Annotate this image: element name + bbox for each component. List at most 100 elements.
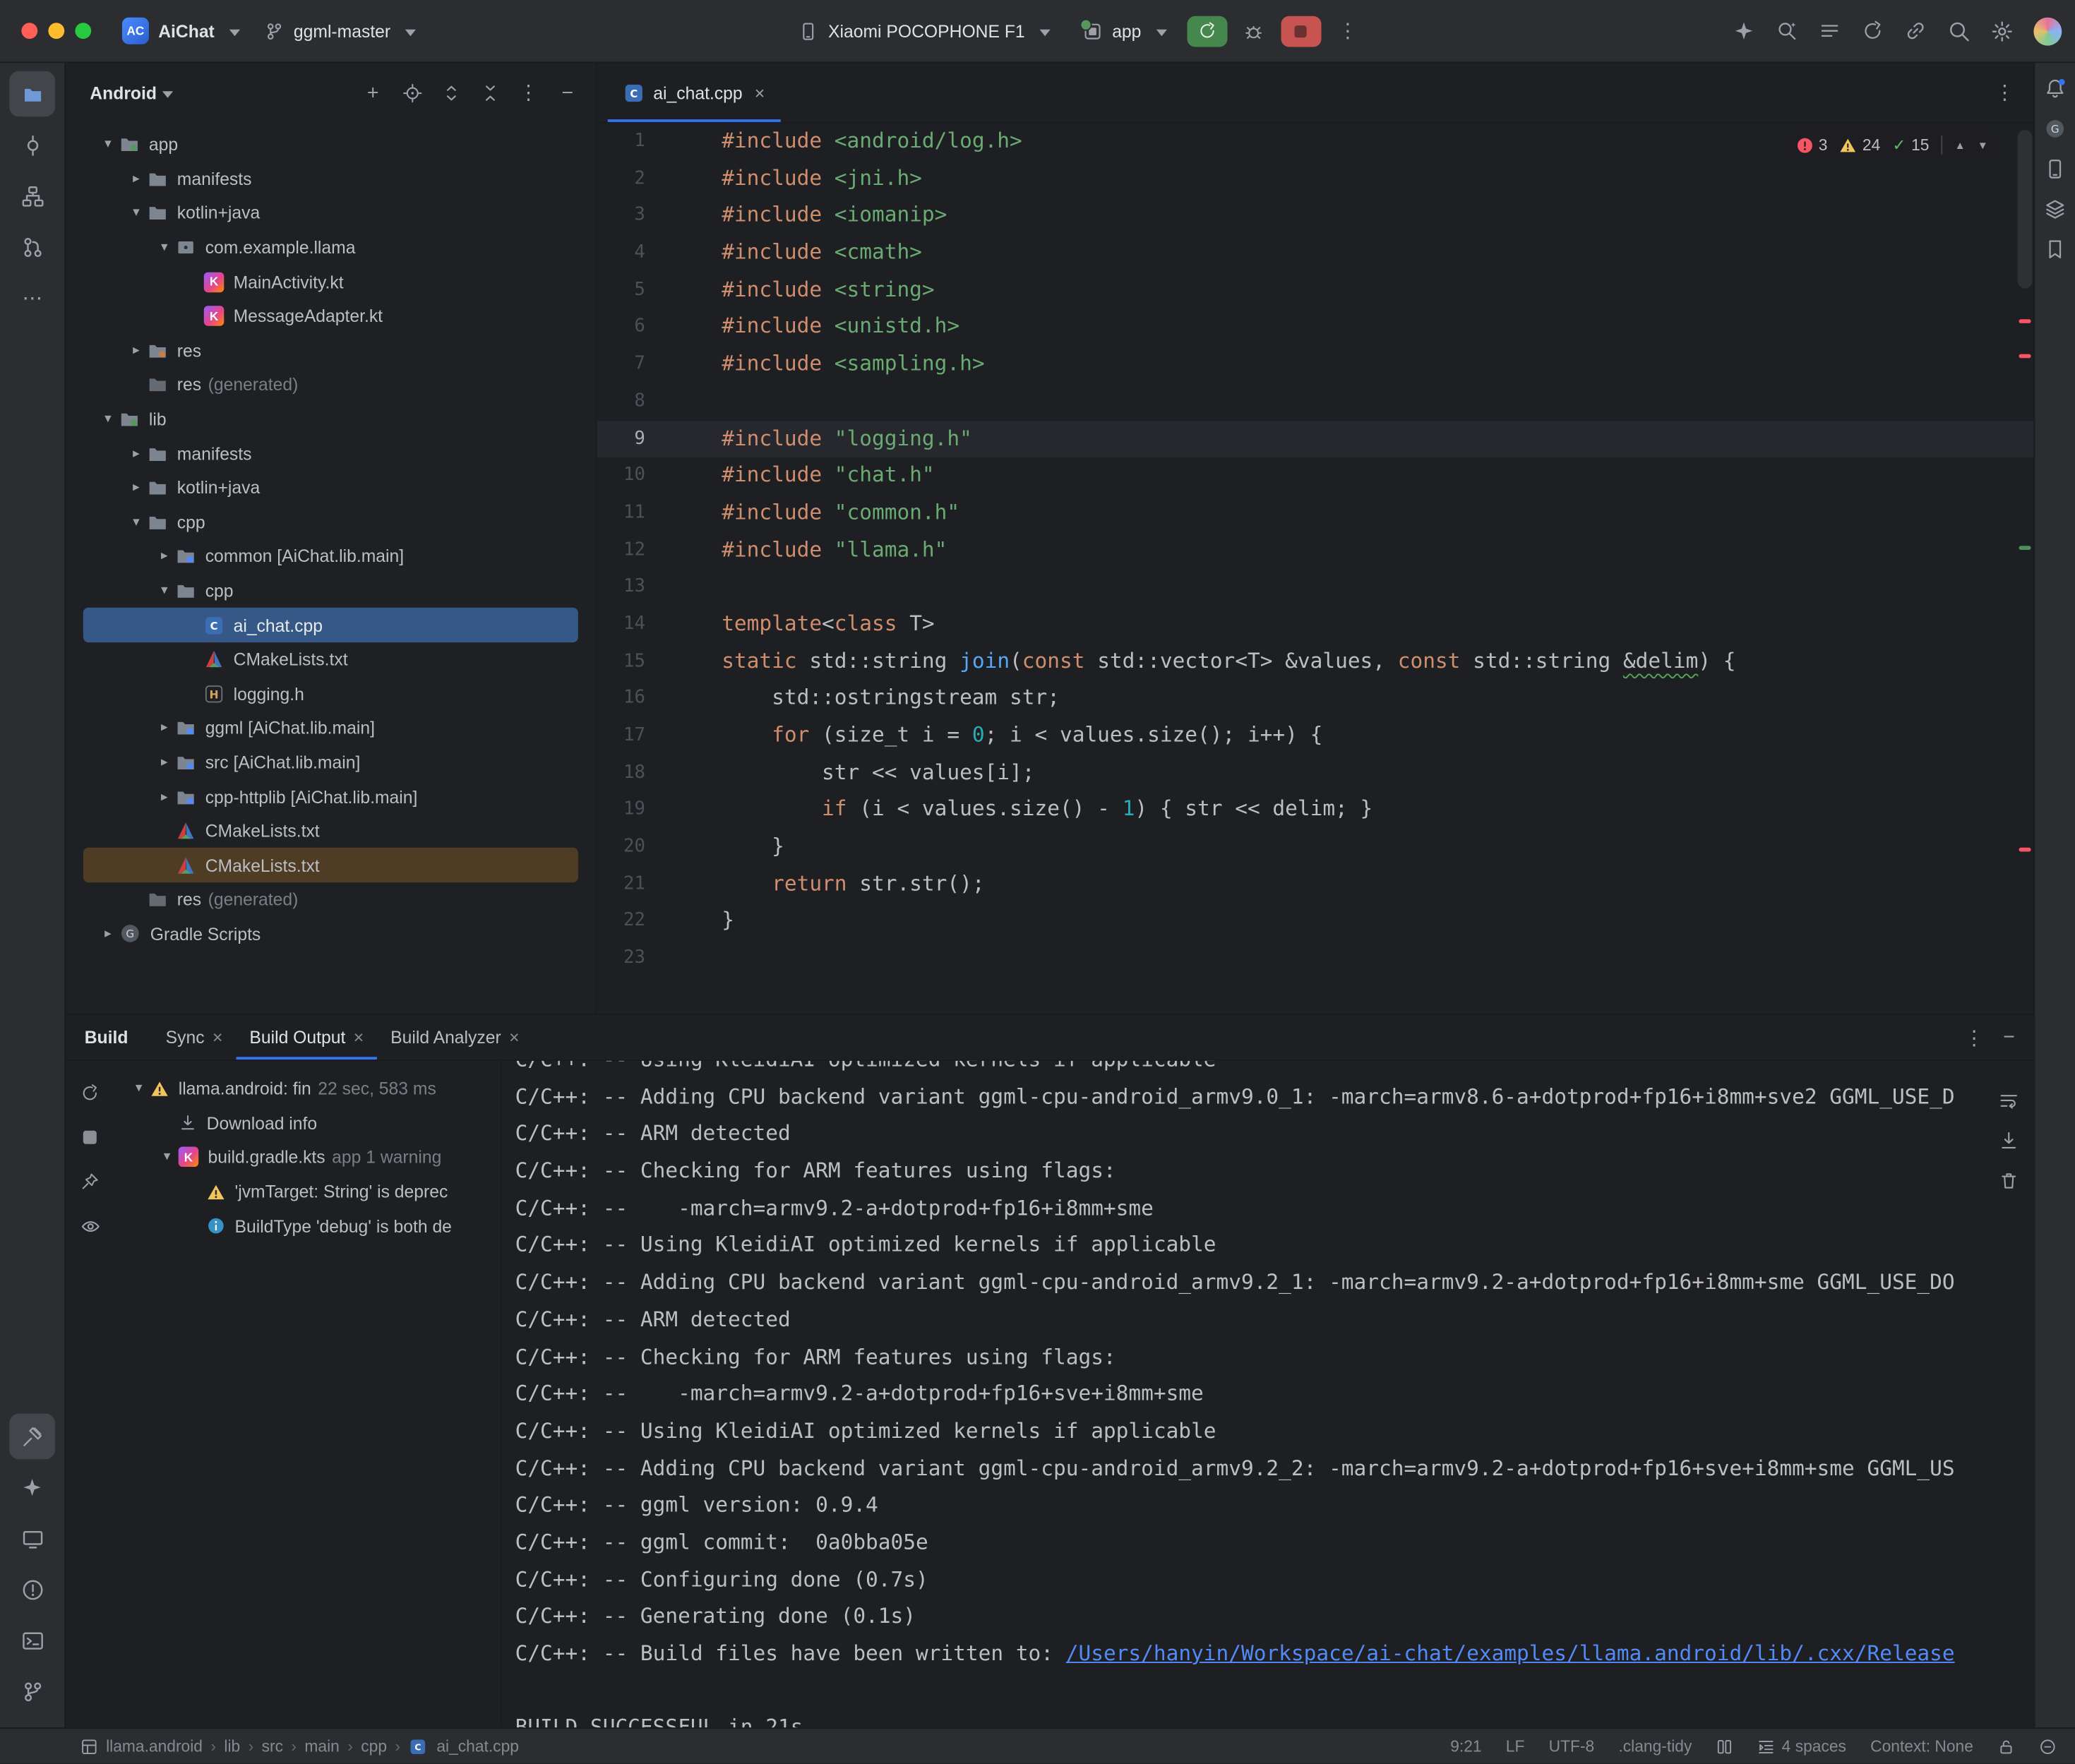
code-text[interactable]: #include <cmath> [674, 235, 2034, 272]
expand-chevron-icon[interactable]: ▾ [125, 515, 148, 529]
ai-assistant-icon[interactable] [1725, 12, 1762, 49]
code-line[interactable]: 3#include <iomanip> [597, 198, 2034, 235]
build-tree-item[interactable]: ▾llama.android: fin22 sec, 583 ms [114, 1072, 496, 1106]
code-text[interactable]: #include <sampling.h> [674, 346, 2034, 383]
close-tab-icon[interactable]: × [213, 1027, 222, 1048]
error-count[interactable]: 3 [1796, 136, 1828, 155]
code-text[interactable]: template<class T> [674, 606, 2034, 644]
bookmarks-tool-button[interactable] [2038, 232, 2072, 267]
code-line[interactable]: 7#include <sampling.h> [597, 346, 2034, 383]
build-tree-item[interactable]: BuildType 'debug' is both de [114, 1209, 496, 1244]
line-number[interactable]: 14 [597, 606, 674, 644]
run-config-selector[interactable]: app [1070, 14, 1178, 48]
run-button[interactable] [1187, 16, 1227, 47]
debug-button[interactable] [1235, 12, 1272, 49]
line-number[interactable]: 5 [597, 272, 674, 309]
breadcrumb-item[interactable]: ai_chat.cpp [436, 1737, 519, 1756]
expand-chevron-icon[interactable]: ▸ [97, 927, 119, 942]
close-window-button[interactable] [21, 23, 37, 39]
code-text[interactable]: #include <jni.h> [674, 160, 2034, 198]
line-number[interactable]: 13 [597, 569, 674, 606]
project-tree-item[interactable]: ▸common [AiChat.lib.main] [83, 539, 578, 574]
code-line[interactable]: 13 [597, 569, 2034, 606]
project-tree-item[interactable]: res(generated) [83, 368, 578, 402]
project-selector[interactable]: AC AiChat [110, 11, 252, 51]
project-tree-item[interactable]: KMainActivity.kt [83, 265, 578, 299]
code-text[interactable]: #include <iomanip> [674, 198, 2034, 235]
commit-tool-button[interactable] [9, 122, 55, 168]
stop-square-icon[interactable] [74, 1121, 107, 1153]
code-text[interactable]: static std::string join(const std::vecto… [674, 643, 2034, 680]
vcs-stripe-mark[interactable] [2019, 546, 2031, 550]
build-window-title[interactable]: Build [85, 1027, 128, 1048]
build-tool-button[interactable] [9, 1414, 55, 1460]
line-number[interactable]: 1 [597, 124, 674, 161]
code-editor[interactable]: 1#include <android/log.h>2#include <jni.… [597, 124, 2034, 1014]
code-text[interactable]: #include "chat.h" [674, 457, 2034, 495]
breadcrumb-item[interactable]: lib [224, 1737, 240, 1756]
plugins-icon[interactable] [1897, 12, 1935, 49]
build-console[interactable]: C/C++: -- Using KleidiAI optimized kerne… [502, 1061, 2034, 1727]
code-line[interactable]: 23 [597, 940, 2034, 978]
cursor-position[interactable]: 9:21 [1450, 1737, 1481, 1756]
line-number[interactable]: 8 [597, 383, 674, 421]
line-number[interactable]: 15 [597, 643, 674, 680]
device-explorer-tool-button[interactable] [2038, 152, 2072, 186]
editor-tab-ai-chat-cpp[interactable]: C ai_chat.cpp × [608, 63, 781, 122]
code-text[interactable]: #include "llama.h" [674, 532, 2034, 569]
minus-icon[interactable]: − [553, 78, 582, 107]
build-tab-sync[interactable]: Sync× [153, 1015, 237, 1060]
close-tab-icon[interactable]: × [755, 83, 765, 102]
build-tree-item[interactable]: ▾Kbuild.gradle.ktsapp 1 warning [114, 1140, 496, 1175]
code-text[interactable]: if (i < values.size() - 1) { str << deli… [674, 792, 2034, 829]
code-text[interactable] [674, 569, 2034, 606]
scrollbar-thumb[interactable] [2018, 130, 2033, 288]
code-line[interactable]: 2#include <jni.h> [597, 160, 2034, 198]
structure-tool-button[interactable] [9, 173, 55, 219]
project-tree-item[interactable]: CMakeLists.txt [83, 814, 578, 848]
task-list-icon[interactable] [1811, 12, 1848, 49]
code-text[interactable]: for (size_t i = 0; i < values.size(); i+… [674, 718, 2034, 755]
line-number[interactable]: 2 [597, 160, 674, 198]
settings-gear-icon[interactable] [1983, 12, 2020, 49]
code-text[interactable]: str << values[i]; [674, 755, 2034, 792]
expand-chevron-icon[interactable]: ▸ [125, 446, 148, 461]
rerun-icon[interactable] [74, 1077, 107, 1110]
editor-scrollbar[interactable] [2015, 124, 2034, 1014]
project-tree-item[interactable]: ▸GGradle Scripts [83, 917, 578, 952]
version-control-tool-button[interactable] [9, 1669, 55, 1715]
context-widget[interactable]: Context: None [1870, 1737, 1973, 1756]
line-number[interactable]: 21 [597, 866, 674, 904]
terminal-tool-button[interactable] [9, 1617, 55, 1663]
error-stripe-mark[interactable] [2019, 319, 2031, 323]
expand-chevron-icon[interactable]: ▸ [125, 481, 148, 496]
build-tab-build-output[interactable]: Build Output× [236, 1015, 377, 1060]
code-style-icon[interactable] [1716, 1737, 1734, 1755]
expand-chevron-icon[interactable]: ▸ [125, 343, 148, 358]
code-text[interactable]: } [674, 829, 2034, 866]
line-number[interactable]: 19 [597, 792, 674, 829]
build-tree-item[interactable]: Download info [114, 1106, 496, 1141]
breadcrumb-item[interactable]: src [262, 1737, 283, 1756]
prev-issue-icon[interactable]: ▲ [1955, 139, 1966, 151]
pull-requests-tool-button[interactable] [9, 224, 55, 270]
code-line[interactable]: 11#include "common.h" [597, 495, 2034, 532]
project-tree-item[interactable]: KMessageAdapter.kt [83, 299, 578, 334]
code-text[interactable]: } [674, 904, 2034, 941]
running-devices-tool-button[interactable] [9, 1516, 55, 1561]
collapse-all-icon[interactable] [475, 78, 505, 107]
line-number[interactable]: 4 [597, 235, 674, 272]
more-tool-button[interactable]: ⋯ [9, 275, 55, 321]
expand-chevron-icon[interactable]: ▾ [97, 137, 119, 152]
next-issue-icon[interactable]: ▼ [1978, 139, 1988, 151]
code-line[interactable]: 10#include "chat.h" [597, 457, 2034, 495]
line-number[interactable]: 11 [597, 495, 674, 532]
code-text[interactable] [674, 940, 2034, 978]
highlight-level-icon[interactable] [2039, 1737, 2057, 1755]
line-number[interactable]: 6 [597, 309, 674, 347]
code-line[interactable]: 9#include "logging.h" [597, 421, 2034, 458]
expand-chevron-icon[interactable]: ▾ [97, 412, 119, 426]
project-tree-item[interactable]: ▸ggml [AiChat.lib.main] [83, 711, 578, 745]
code-text[interactable] [674, 383, 2034, 421]
project-view-selector[interactable]: Android [90, 83, 172, 102]
